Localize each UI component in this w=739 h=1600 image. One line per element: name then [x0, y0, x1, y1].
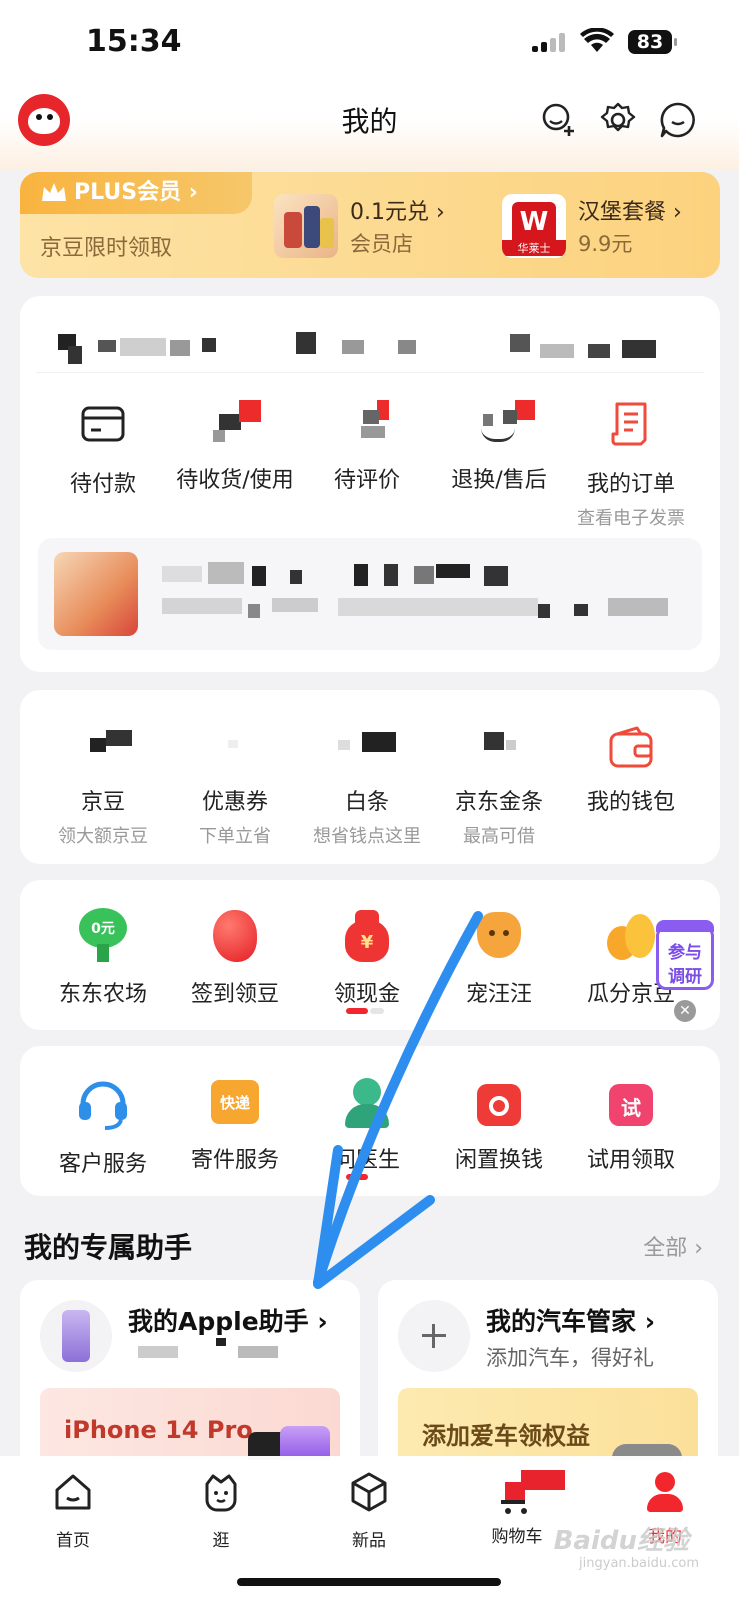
apple-assistant-card[interactable]: 我的Apple助手 › iPhone 14 Pro — [20, 1280, 360, 1460]
plus-subtitle: 京豆限时领取 — [40, 236, 173, 261]
express-box-icon: 快递 — [207, 1074, 263, 1130]
page-indicator — [346, 1008, 394, 1014]
baitiao-entry[interactable]: 白条 想省钱点这里 — [302, 724, 432, 848]
cube-icon — [351, 1472, 387, 1512]
order-pending-review[interactable]: 待评价 — [302, 400, 432, 494]
car-benefit-banner[interactable]: 添加爱车领权益 — [398, 1388, 698, 1460]
survey-float-button[interactable]: 参与 调研 — [656, 920, 716, 996]
blurred-stats-row — [20, 316, 720, 372]
blurred-value — [170, 724, 300, 772]
wallet-card-icon — [81, 406, 125, 442]
services-card: 客户服务 快递 寄件服务 问医生 闲置换钱 试 试用领取 — [20, 1046, 720, 1196]
sign-in-beans[interactable]: 签到领豆 — [170, 908, 300, 1008]
get-cash[interactable]: ¥ 领现金 — [302, 908, 432, 1008]
recycle-bag-icon — [471, 1074, 527, 1130]
watermark-url: jingyan.baidu.com — [579, 1556, 699, 1571]
plus-item-burger-combo[interactable]: W 华莱士 汉堡套餐 › 9.9元 — [502, 194, 712, 258]
activities-card: 0元 东东农场 签到领豆 ¥ 领现金 宠汪汪 瓜分京豆 — [20, 880, 720, 1030]
order-promo-banner[interactable] — [38, 538, 702, 650]
ask-doctor[interactable]: 问医生 — [302, 1074, 432, 1174]
trial-bag-icon: 试 — [603, 1074, 659, 1130]
profile-icon — [643, 1470, 687, 1514]
jd-beans-entry[interactable]: 京豆 领大额京豆 — [38, 724, 168, 848]
cellular-signal-icon — [532, 32, 570, 52]
bean-pile-icon — [603, 908, 659, 964]
cart-icon — [495, 1470, 565, 1514]
survey-close-icon[interactable]: ✕ — [674, 1000, 696, 1022]
message-icon[interactable] — [658, 100, 698, 140]
tab-new[interactable]: 新品 — [314, 1470, 424, 1551]
home-icon — [55, 1474, 91, 1510]
add-car-button[interactable] — [398, 1300, 470, 1372]
add-friend-icon[interactable] — [538, 100, 578, 140]
smile-face-icon — [205, 1474, 237, 1512]
wallet-card: 京豆 领大额京豆 优惠券 下单立省 白条 想省钱点这里 京东金条 最高可借 我的… — [20, 690, 720, 864]
delivery-icon — [211, 400, 261, 448]
top-nav: 我的 — [0, 90, 739, 150]
jd-jintiao-entry[interactable]: 京东金条 最高可借 — [434, 724, 564, 848]
customer-service[interactable]: 客户服务 — [38, 1074, 168, 1178]
plus-member-banner[interactable]: PLUS会员 › 京豆限时领取 0.1元兑 › 会员店 W 华莱士 汉堡套餐 ›… — [20, 172, 720, 278]
dog-face-icon — [471, 908, 527, 964]
tab-browse[interactable]: 逛 — [166, 1470, 276, 1551]
blurred-value — [38, 724, 168, 772]
home-indicator — [237, 1578, 501, 1586]
crown-icon — [42, 183, 66, 201]
orders-card: 待付款 待收货/使用 待评价 退换/售后 我的订单 查看电子发票 — [20, 296, 720, 672]
order-pending-payment[interactable]: 待付款 — [38, 400, 168, 498]
plus-member-tag[interactable]: PLUS会员 › — [20, 172, 252, 214]
my-wallet-entry[interactable]: 我的钱包 — [566, 724, 696, 816]
money-bag-icon: ¥ — [339, 908, 395, 964]
order-pending-receipt[interactable]: 待收货/使用 — [170, 400, 300, 494]
section-title: 我的专属助手 — [24, 1231, 193, 1264]
wifi-icon — [580, 28, 614, 52]
iphone-promo-banner[interactable]: iPhone 14 Pro — [40, 1388, 340, 1460]
red-bean-icon — [207, 908, 263, 964]
page-indicator — [346, 1174, 394, 1180]
wallet-icon — [609, 726, 653, 768]
iphone-thumbnail — [40, 1300, 112, 1372]
order-returns[interactable]: 退换/售后 — [434, 400, 564, 494]
review-icon — [343, 400, 391, 448]
trial-claim[interactable]: 试 试用领取 — [566, 1074, 696, 1174]
dongdong-farm[interactable]: 0元 东东农场 — [38, 908, 168, 1008]
trade-idle-items[interactable]: 闲置换钱 — [434, 1074, 564, 1174]
plus-item-sub: 9.9元 — [578, 232, 633, 256]
blurred-value — [434, 724, 564, 772]
returns-icon — [475, 400, 535, 448]
status-bar: 15:34 83 — [0, 0, 739, 80]
coupons-entry[interactable]: 优惠券 下单立省 — [170, 724, 300, 848]
status-time: 15:34 — [86, 24, 182, 59]
plus-item-title: 汉堡套餐 › — [578, 200, 682, 225]
plus-item-sub: 会员店 — [350, 232, 413, 256]
view-all-link[interactable]: 全部 › — [643, 1230, 703, 1262]
plus-item-member-store[interactable]: 0.1元兑 › 会员店 — [274, 194, 474, 258]
my-orders[interactable]: 我的订单 查看电子发票 — [566, 400, 696, 530]
plus-item-title: 0.1元兑 › — [350, 200, 445, 225]
blurred-value — [302, 724, 432, 772]
member-store-thumbnail — [274, 194, 338, 258]
farm-tree-icon: 0元 — [75, 908, 131, 964]
wallace-logo: W 华莱士 — [502, 194, 566, 258]
promo-thumbnail — [54, 552, 138, 636]
tab-home[interactable]: 首页 — [18, 1470, 128, 1551]
doctor-icon — [339, 1074, 395, 1130]
battery-icon: 83 — [628, 30, 677, 54]
baidu-watermark: Baidu经验 — [553, 1526, 689, 1556]
car-manager-card[interactable]: 我的汽车管家 › 添加汽车，得好礼 添加爱车领权益 — [378, 1280, 718, 1460]
e-invoice-link[interactable]: 查看电子发票 — [566, 504, 696, 530]
settings-gear-icon[interactable] — [598, 100, 638, 140]
pet-wangwang[interactable]: 宠汪汪 — [434, 908, 564, 1008]
shipping-service[interactable]: 快递 寄件服务 — [170, 1074, 300, 1174]
headset-icon — [79, 1081, 127, 1130]
order-list-icon — [611, 402, 647, 446]
